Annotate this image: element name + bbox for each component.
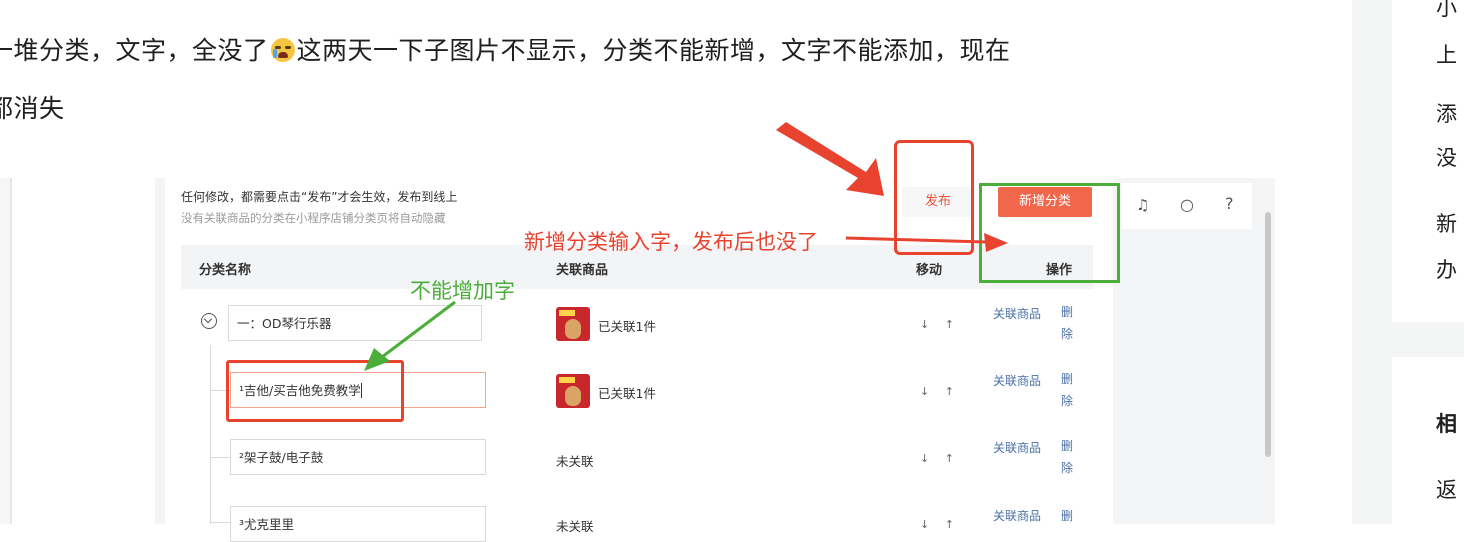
sidebar-text: 新 <box>1436 212 1457 236</box>
sidebar-text: 办 <box>1436 258 1457 282</box>
annotation-arrows <box>364 122 1008 371</box>
red-arrow-line <box>845 236 987 244</box>
sidebar-text: 小 <box>1436 0 1457 20</box>
sidebar-text: 添 <box>1436 102 1457 126</box>
red-arrow-big <box>776 122 884 196</box>
red-arrow-head <box>984 233 1008 252</box>
sidebar-heading: 相 <box>1436 412 1457 436</box>
green-arrow-head <box>364 348 390 371</box>
green-arrow-line <box>381 300 456 359</box>
sidebar-text: 没 <box>1436 146 1457 170</box>
sidebar-text: 返 <box>1436 478 1457 502</box>
sidebar-text: 上 <box>1436 43 1457 67</box>
